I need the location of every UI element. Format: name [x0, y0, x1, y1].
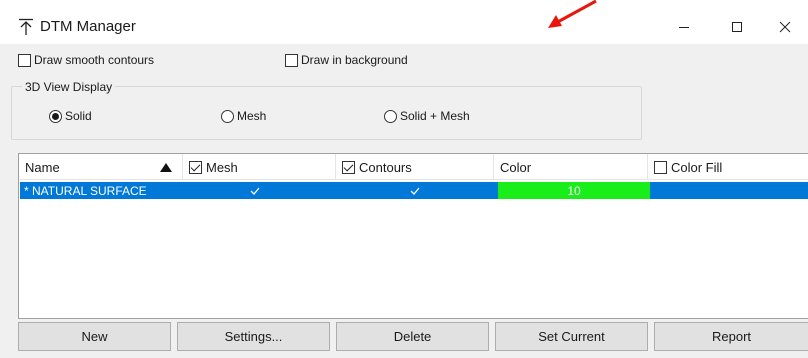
view-display-group: [11, 86, 642, 140]
view-display-group-label: 3D View Display: [22, 80, 116, 94]
mesh-check-icon[interactable]: [250, 182, 260, 199]
draw-smooth-contours-label: Draw smooth contours: [34, 53, 155, 67]
dtm-app-icon: [18, 18, 34, 36]
radio-solid-mesh-label: Solid + Mesh: [400, 109, 470, 123]
column-mesh-label: Mesh: [206, 159, 238, 175]
column-header-color[interactable]: Color: [494, 154, 648, 180]
window-title: DTM Manager: [40, 18, 136, 35]
radio-selected-icon[interactable]: [49, 109, 62, 123]
column-color-fill-label: Color Fill: [671, 159, 723, 175]
dtm-list[interactable]: Name Mesh Contours Color Color Fill * NA…: [18, 153, 808, 319]
checkbox-box[interactable]: [18, 53, 31, 67]
minimize-icon: [679, 27, 689, 28]
maximize-icon: [732, 22, 742, 32]
column-header-mesh[interactable]: Mesh: [183, 154, 336, 180]
draw-in-background-label: Draw in background: [301, 53, 408, 67]
radio-mesh[interactable]: Mesh: [221, 109, 266, 123]
sort-ascending-icon: [160, 163, 172, 172]
maximize-button[interactable]: [714, 12, 760, 42]
draw-smooth-contours-checkbox[interactable]: Draw smooth contours: [18, 53, 154, 67]
annotation-arrow-icon: [548, 0, 597, 28]
checkbox-box[interactable]: [285, 53, 298, 67]
column-header-color-fill[interactable]: Color Fill: [648, 154, 808, 180]
delete-button[interactable]: Delete: [336, 322, 489, 351]
radio-solid-label: Solid: [65, 109, 92, 123]
title-bar[interactable]: DTM Manager: [0, 8, 808, 44]
radio-unselected-icon[interactable]: [221, 109, 234, 123]
dialog-body: Draw smooth contours Draw in background …: [0, 44, 808, 358]
contours-check-icon[interactable]: [410, 182, 420, 199]
row-name-cell[interactable]: * NATURAL SURFACE: [24, 182, 147, 199]
column-header-contours[interactable]: Contours: [336, 154, 494, 180]
radio-solid[interactable]: Solid: [49, 109, 92, 123]
column-color-label: Color: [500, 159, 532, 175]
radio-unselected-icon[interactable]: [384, 109, 397, 123]
settings-button[interactable]: Settings...: [177, 322, 330, 351]
list-header: Name Mesh Contours Color Color Fill: [19, 154, 808, 180]
color-fill-column-checkbox[interactable]: [654, 160, 667, 174]
close-button[interactable]: [762, 12, 808, 42]
set-current-button[interactable]: Set Current: [495, 322, 648, 351]
minimize-button[interactable]: [661, 12, 707, 42]
draw-in-background-checkbox[interactable]: Draw in background: [285, 53, 408, 67]
column-name-label: Name: [25, 159, 60, 175]
contours-column-checkbox[interactable]: [342, 160, 355, 174]
new-button[interactable]: New: [18, 322, 171, 351]
report-button[interactable]: Report: [654, 322, 808, 351]
row-color-swatch[interactable]: 10: [498, 182, 650, 199]
column-header-name[interactable]: Name: [19, 154, 183, 180]
radio-solid-mesh[interactable]: Solid + Mesh: [384, 109, 470, 123]
close-icon: [779, 21, 791, 33]
radio-mesh-label: Mesh: [237, 109, 267, 123]
column-contours-label: Contours: [359, 159, 412, 175]
table-row[interactable]: * NATURAL SURFACE 10: [20, 182, 808, 199]
mesh-column-checkbox[interactable]: [189, 160, 202, 174]
